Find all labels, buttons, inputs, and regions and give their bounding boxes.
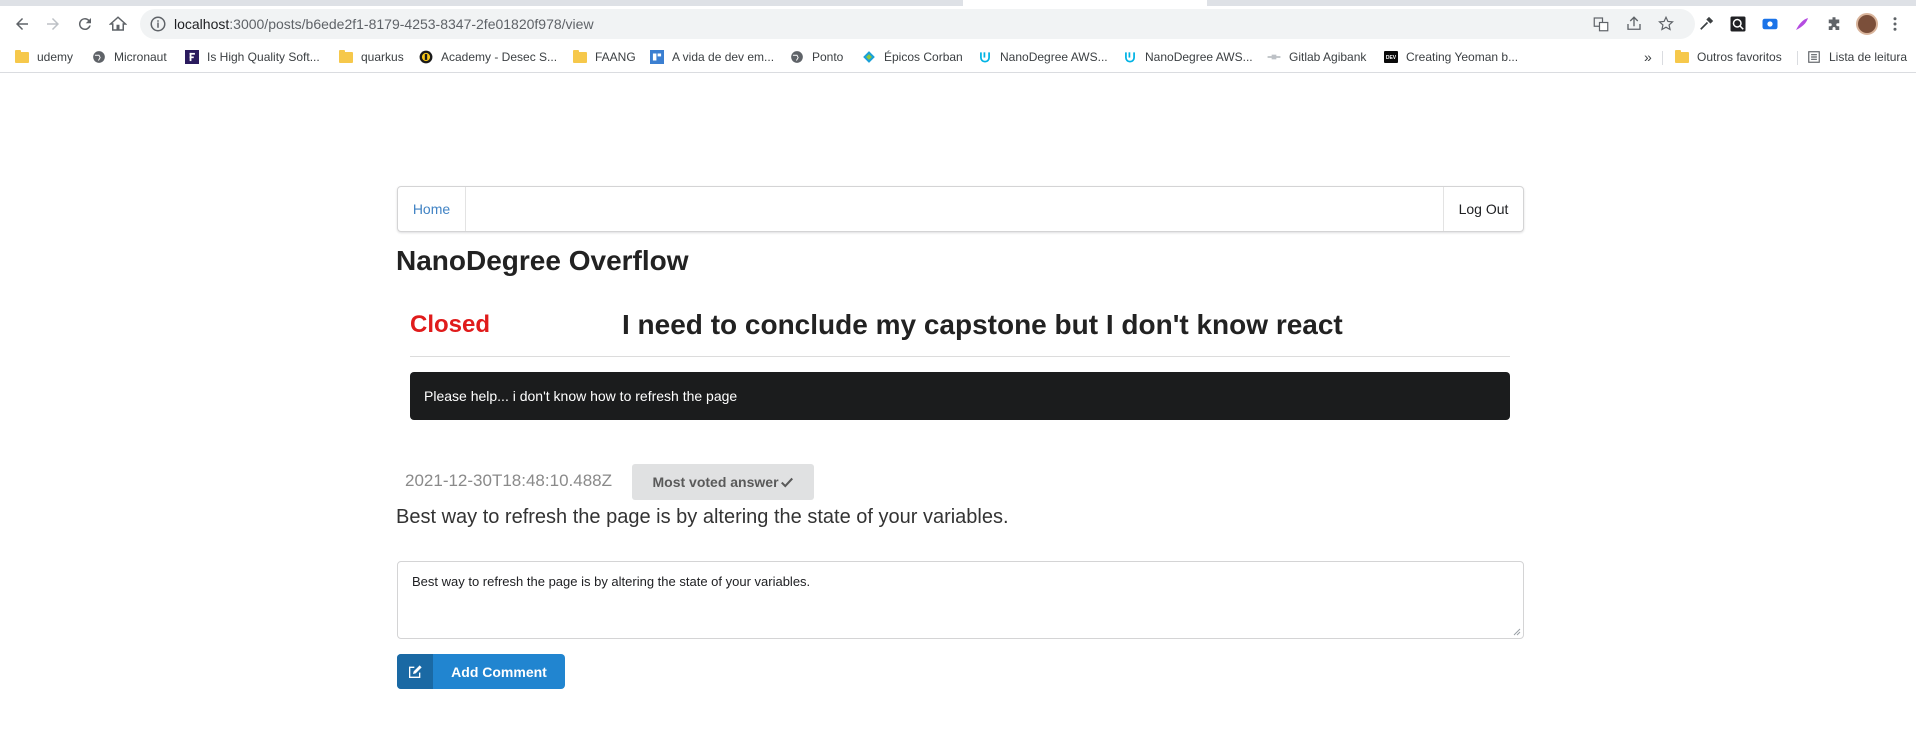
resize-handle-icon[interactable] bbox=[1511, 626, 1521, 636]
folder-icon bbox=[573, 49, 587, 64]
bookmark-item[interactable]: Academy - Desec S... bbox=[419, 47, 557, 67]
other-bookmarks-label: Outros favoritos bbox=[1697, 50, 1782, 64]
bookmark-label: Ponto bbox=[812, 50, 844, 64]
site-icon bbox=[185, 50, 199, 64]
eyedropper-icon[interactable] bbox=[1697, 15, 1715, 33]
bookmark-item[interactable]: Micronaut bbox=[92, 47, 167, 67]
most-voted-badge[interactable]: Most voted answer bbox=[632, 464, 814, 500]
edit-icon-wrapper bbox=[397, 654, 433, 689]
add-comment-button[interactable]: Add Comment bbox=[397, 654, 565, 689]
reading-list-label: Lista de leitura bbox=[1829, 50, 1908, 64]
comment-textarea-value: Best way to refresh the page is by alter… bbox=[412, 574, 811, 589]
bookmarks-overflow-button[interactable]: » bbox=[1644, 47, 1652, 67]
post-title: I need to conclude my capstone but I don… bbox=[622, 309, 1343, 340]
checkmark-icon bbox=[780, 477, 793, 488]
udacity-icon bbox=[1123, 50, 1137, 64]
address-bar[interactable]: localhost:3000/posts/b6ede2f1-8179-4253-… bbox=[140, 9, 1695, 39]
other-bookmarks-folder[interactable]: Outros favoritos bbox=[1675, 47, 1782, 67]
bookmark-label: FAANG bbox=[595, 50, 636, 64]
bookmark-item[interactable]: Ponto bbox=[790, 47, 843, 67]
magnifier-extension-icon[interactable] bbox=[1729, 15, 1747, 33]
edit-icon bbox=[409, 664, 422, 678]
bookmark-label: A vida de dev em... bbox=[672, 50, 775, 64]
back-button[interactable] bbox=[8, 10, 36, 38]
url-host: localhost bbox=[174, 16, 230, 32]
svg-text:DEV: DEV bbox=[1386, 55, 1397, 61]
bookmark-label: Gitlab Agibank bbox=[1289, 50, 1367, 64]
bookmark-label: Academy - Desec S... bbox=[441, 50, 558, 64]
arrow-left-icon bbox=[16, 18, 28, 30]
bookmark-item[interactable]: quarkus bbox=[339, 47, 404, 67]
bookmarks-divider bbox=[1662, 51, 1663, 65]
comment-textarea[interactable]: Best way to refresh the page is by alter… bbox=[397, 561, 1524, 639]
folder-icon bbox=[1675, 49, 1689, 64]
bookmark-label: udemy bbox=[37, 50, 74, 64]
url-text[interactable]: localhost:3000/posts/b6ede2f1-8179-4253-… bbox=[174, 16, 594, 32]
post-status-badge: Closed bbox=[410, 311, 491, 338]
bookmarks-bar: udemy Micronaut Is High Quality Soft... … bbox=[0, 42, 1916, 73]
folder-icon bbox=[15, 49, 29, 64]
bookmark-item[interactable]: Is High Quality Soft... bbox=[185, 47, 320, 67]
reload-button[interactable] bbox=[71, 10, 99, 38]
reading-list-icon bbox=[1807, 50, 1821, 64]
answer-text: Best way to refresh the page is by alter… bbox=[396, 506, 1009, 528]
bookmark-label: Is High Quality Soft... bbox=[207, 50, 320, 64]
url-path: :3000/posts/b6ede2f1-8179-4253-8347-2fe0… bbox=[229, 16, 594, 32]
bookmark-label: NanoDegree AWS... bbox=[1000, 50, 1108, 64]
site-icon bbox=[419, 50, 433, 64]
site-icon bbox=[1267, 50, 1281, 64]
top-navbar: Home Log Out bbox=[397, 186, 1524, 232]
site-icon bbox=[862, 50, 876, 64]
bookmark-label: Micronaut bbox=[114, 50, 167, 64]
bookmark-item[interactable]: NanoDegree AWS... bbox=[1123, 47, 1253, 67]
title-divider bbox=[410, 356, 1510, 357]
overflow-chevron: » bbox=[1644, 49, 1652, 65]
site-icon bbox=[650, 50, 664, 64]
feather-icon[interactable] bbox=[1793, 15, 1811, 33]
most-voted-label: Most voted answer bbox=[652, 474, 779, 490]
bookmark-item[interactable]: udemy bbox=[15, 47, 73, 67]
bookmark-item[interactable]: DEV Creating Yeoman b... bbox=[1384, 47, 1518, 67]
translate-icon[interactable] bbox=[1592, 15, 1610, 33]
share-icon[interactable] bbox=[1625, 15, 1643, 33]
home-button[interactable] bbox=[104, 10, 132, 38]
logout-button[interactable]: Log Out bbox=[1443, 187, 1523, 231]
reading-list-button[interactable]: Lista de leitura bbox=[1807, 47, 1907, 67]
bookmark-item[interactable]: NanoDegree AWS... bbox=[978, 47, 1108, 67]
kebab-menu-icon[interactable] bbox=[1886, 15, 1904, 33]
add-comment-label: Add Comment bbox=[451, 663, 547, 680]
bookmark-label: quarkus bbox=[361, 50, 404, 64]
bookmark-label: NanoDegree AWS... bbox=[1145, 50, 1253, 64]
screen-capture-icon[interactable] bbox=[1761, 15, 1779, 33]
house-icon bbox=[109, 16, 127, 31]
folder-icon bbox=[339, 49, 353, 64]
arrow-right-icon bbox=[47, 18, 59, 30]
bookmarks-divider bbox=[1797, 51, 1798, 65]
profile-avatar[interactable] bbox=[1856, 13, 1878, 35]
bookmark-label: Creating Yeoman b... bbox=[1406, 50, 1519, 64]
dev-icon: DEV bbox=[1384, 50, 1398, 64]
puzzle-icon[interactable] bbox=[1825, 15, 1843, 33]
bookmark-label: Épicos Corban bbox=[884, 50, 963, 64]
star-icon[interactable] bbox=[1657, 15, 1675, 33]
globe-icon bbox=[92, 50, 106, 64]
site-title: NanoDegree Overflow bbox=[396, 245, 689, 276]
post-body: Please help... i don't know how to refre… bbox=[410, 372, 1510, 420]
answer-timestamp: 2021-12-30T18:48:10.488Z bbox=[405, 471, 612, 490]
udacity-icon bbox=[978, 50, 992, 64]
bookmark-item[interactable]: A vida de dev em... bbox=[650, 47, 774, 67]
bookmark-item[interactable]: Gitlab Agibank bbox=[1267, 47, 1366, 67]
info-icon[interactable] bbox=[149, 15, 167, 33]
forward-button[interactable] bbox=[39, 10, 67, 38]
bookmark-item[interactable]: FAANG bbox=[573, 47, 636, 67]
bookmark-item[interactable]: Épicos Corban bbox=[862, 47, 963, 67]
home-link[interactable]: Home bbox=[398, 187, 466, 231]
browser-toolbar: localhost:3000/posts/b6ede2f1-8179-4253-… bbox=[0, 6, 1916, 42]
reload-icon bbox=[78, 18, 91, 31]
globe-icon bbox=[790, 50, 804, 64]
